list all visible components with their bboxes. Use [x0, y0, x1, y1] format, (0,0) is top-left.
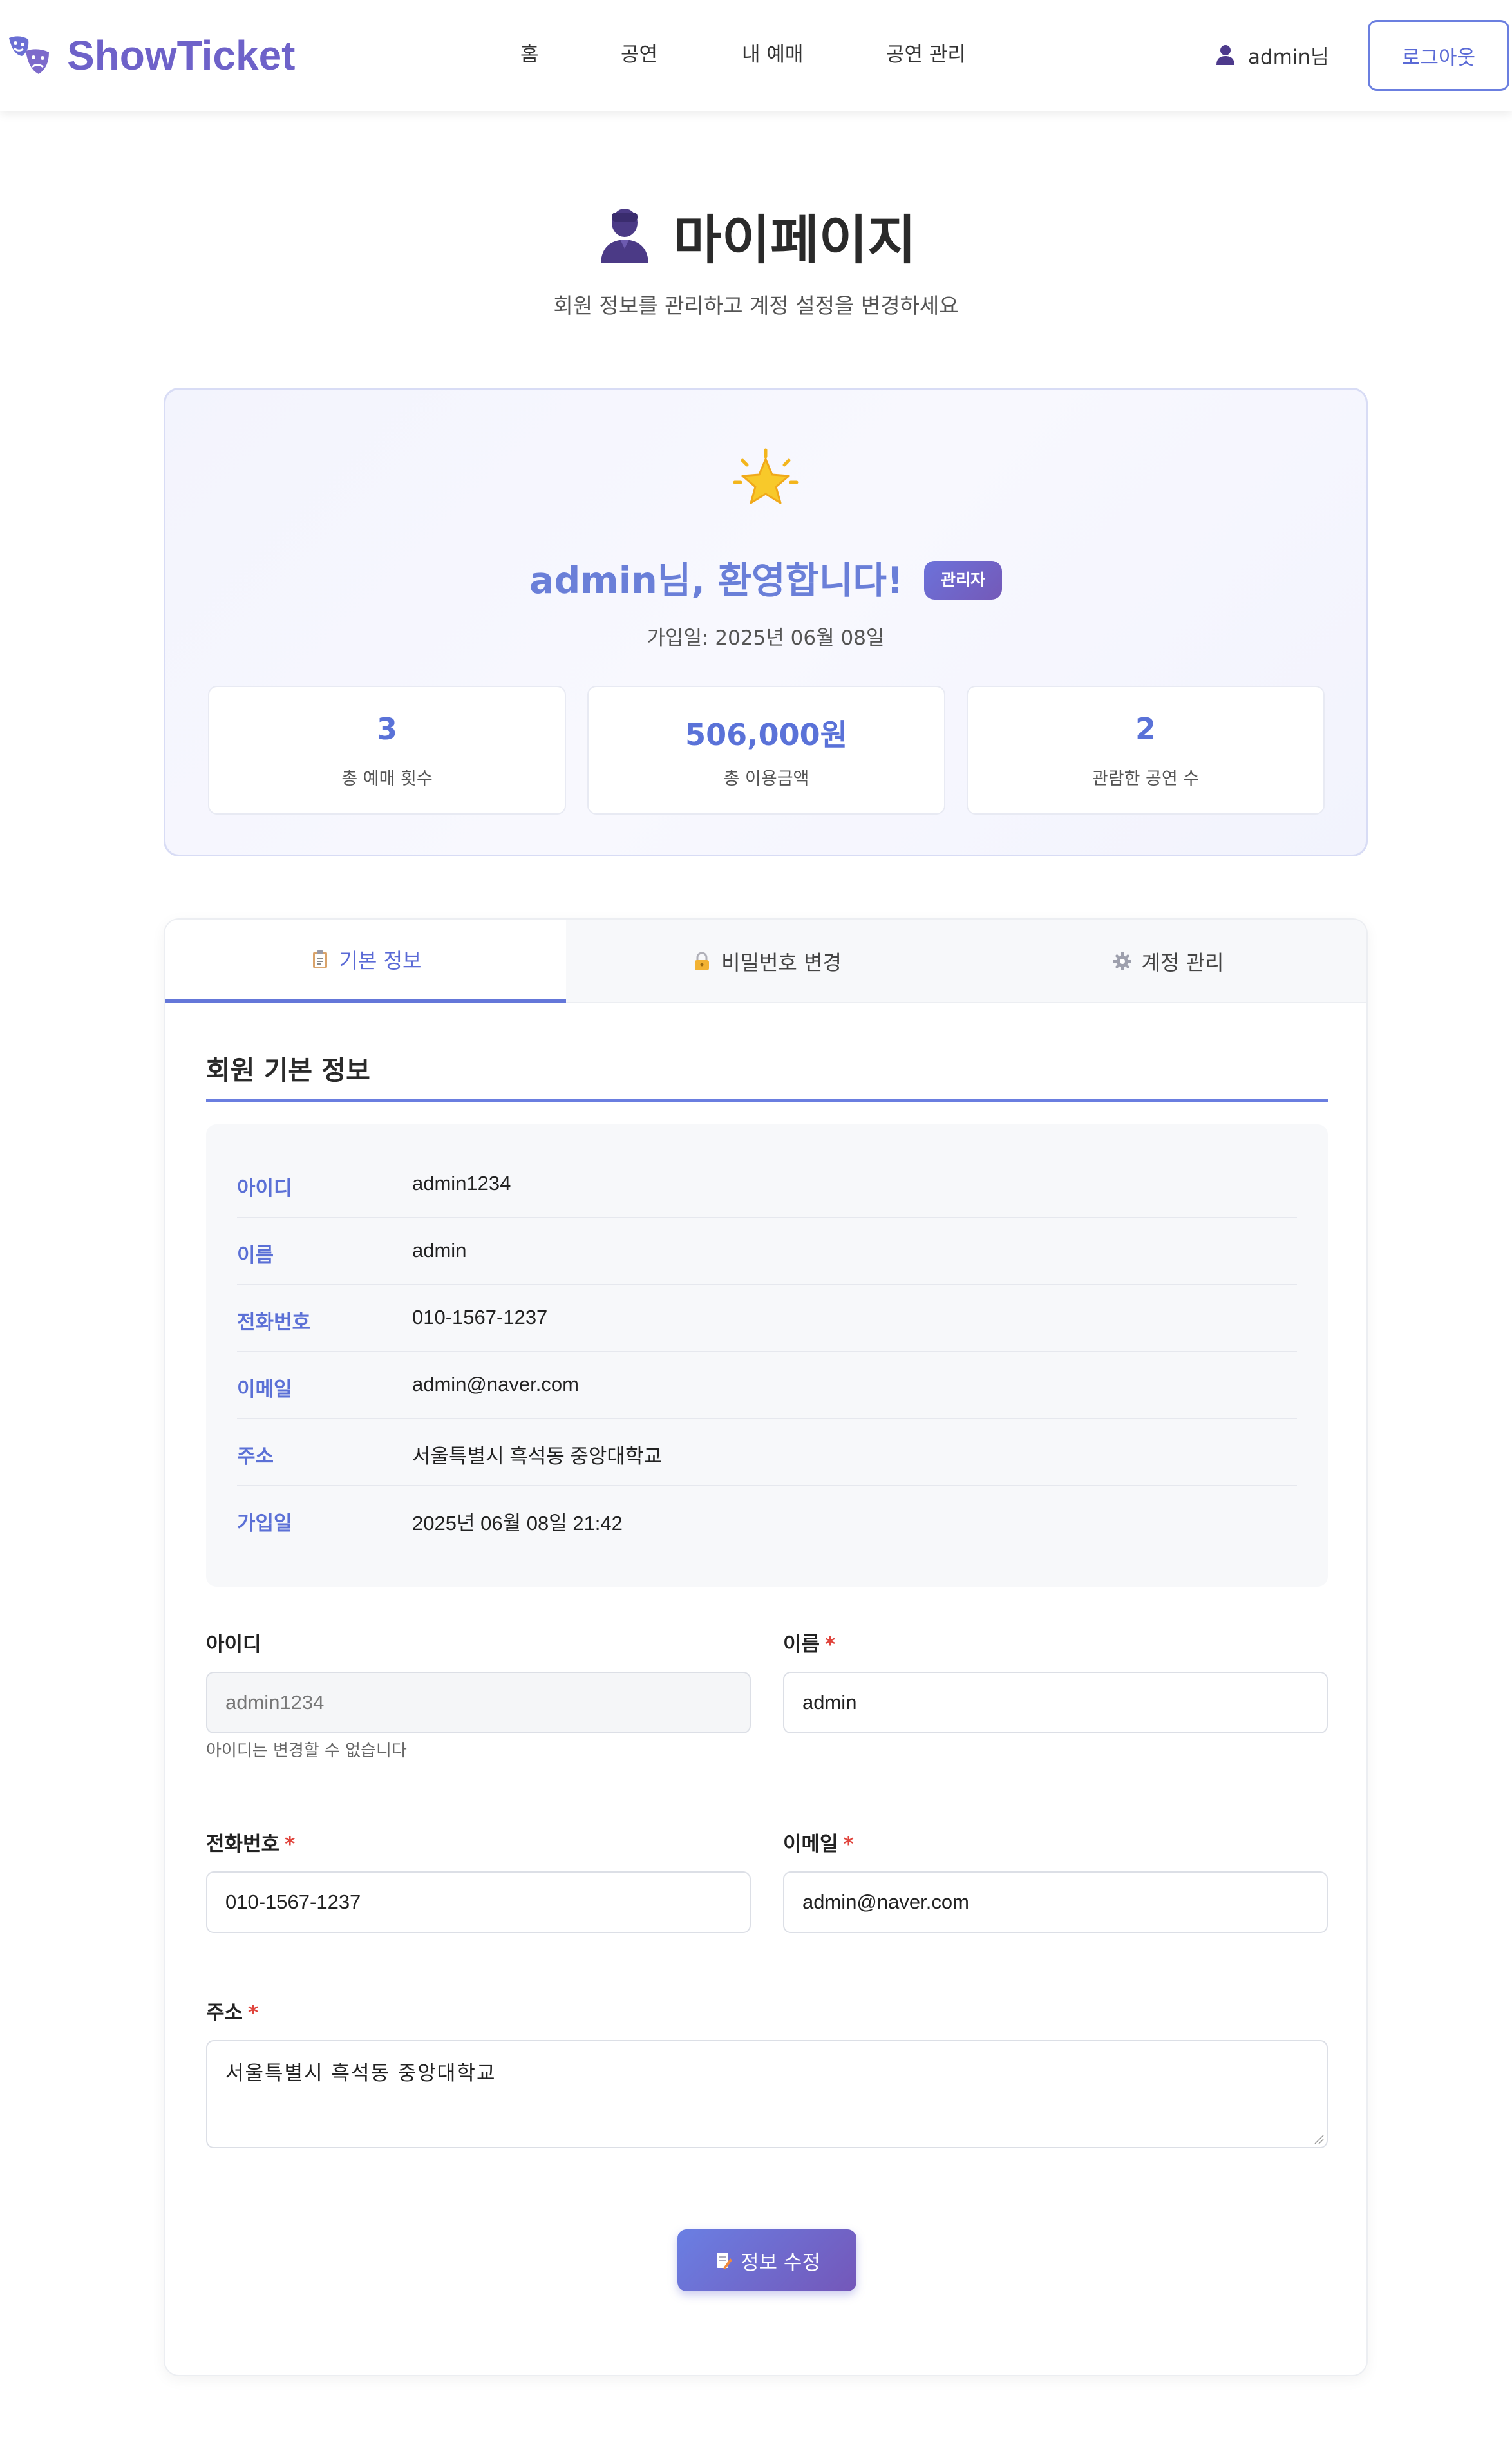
star-icon [733, 448, 799, 504]
stat-total-spent: 506,000원 총 이용금액 [587, 686, 945, 815]
phone-field-label: 전화번호 * [206, 1828, 295, 1856]
user-icon [1216, 45, 1234, 65]
label-text: 아이디 [206, 1633, 261, 1656]
info-row-address: 주소 서울특별시 흑석동 중앙대학교 [237, 1419, 1297, 1486]
stat-label: 관람한 공연 수 [1091, 769, 1200, 789]
page-title-row: 마이페이지 [0, 200, 1512, 271]
user-menu[interactable]: admin님 [1214, 39, 1329, 71]
label-text: 이름 [783, 1633, 820, 1656]
update-info-button[interactable]: 정보 수정 [677, 2229, 856, 2291]
welcome-greeting: admin님, 환영합니다! [529, 560, 903, 602]
stat-value: 506,000원 [685, 717, 847, 752]
top-navbar: ShowTicket 홈 공연 내 예매 공연 관리 admin님 로그아웃 [0, 0, 1512, 111]
gear-icon [1113, 952, 1131, 970]
tab-label: 비밀번호 변경 [721, 950, 842, 975]
label-text: 전화번호 [206, 1833, 280, 1856]
info-row-join-date: 가입일 2025년 06월 08일 21:42 [237, 1486, 1297, 1553]
address-field-label: 주소 * [206, 1996, 258, 2025]
label-text: 주소 [206, 2001, 243, 2025]
required-mark: * [825, 1633, 836, 1656]
stat-label: 총 이용금액 [723, 769, 809, 789]
member-info-table: 아이디 admin1234 이름 admin 전화번호 010-1567-123… [206, 1124, 1328, 1587]
info-label: 아이디 [237, 1177, 292, 1200]
tab-account-management[interactable]: 계정 관리 [967, 920, 1366, 1003]
info-label: 이메일 [237, 1378, 292, 1401]
tab-label: 계정 관리 [1141, 950, 1224, 975]
info-value: admin1234 [412, 1172, 511, 1195]
name-field-label: 이름 * [783, 1628, 835, 1657]
info-label: 가입일 [237, 1512, 292, 1535]
info-label: 이름 [237, 1244, 274, 1267]
id-field-label: 아이디 [206, 1628, 261, 1657]
stat-shows-watched: 2 관람한 공연 수 [967, 686, 1325, 815]
email-field[interactable] [783, 1871, 1328, 1933]
stat-value: 2 [1135, 712, 1156, 746]
page-subtitle: 회원 정보를 관리하고 계정 설정을 변경하세요 [553, 293, 959, 318]
label-text: 이메일 [783, 1833, 838, 1856]
info-value: 서울특별시 흑석동 중앙대학교 [412, 1445, 662, 1468]
info-value: 2025년 06월 08일 21:42 [412, 1512, 623, 1535]
required-mark: * [285, 1833, 296, 1856]
user-icon [601, 209, 649, 263]
phone-field[interactable] [206, 1871, 751, 1933]
nav-show-management[interactable]: 공연 관리 [886, 39, 966, 71]
info-value: 010-1567-1237 [412, 1306, 548, 1328]
nav-my-reservations[interactable]: 내 예매 [742, 39, 803, 71]
tab-change-password[interactable]: 비밀번호 변경 [566, 920, 967, 1003]
theater-masks-icon [9, 36, 49, 74]
address-field[interactable]: 서울특별시 흑석동 중앙대학교 [206, 2040, 1328, 2148]
required-mark: * [248, 2001, 259, 2025]
info-row-name: 이름 admin [237, 1218, 1297, 1285]
logout-button[interactable]: 로그아웃 [1368, 20, 1509, 91]
nav-shows[interactable]: 공연 [621, 39, 657, 71]
user-name: admin님 [1248, 45, 1329, 69]
tab-bar: 기본 정보 비밀번호 변경 계정 관리 [165, 920, 1366, 1003]
logo-text: ShowTicket [67, 32, 296, 79]
lock-icon [695, 952, 710, 970]
info-row-email: 이메일 admin@naver.com [237, 1352, 1297, 1419]
info-value: admin@naver.com [412, 1373, 579, 1395]
id-field [206, 1672, 751, 1733]
page-title: 마이페이지 [673, 209, 916, 271]
info-label: 전화번호 [237, 1311, 311, 1334]
logo[interactable]: ShowTicket [6, 30, 295, 81]
stat-value: 3 [376, 712, 397, 746]
name-field[interactable] [783, 1672, 1328, 1733]
welcome-line: admin님, 환영합니다! 관리자 [165, 552, 1366, 603]
info-row-id: 아이디 admin1234 [237, 1151, 1297, 1218]
welcome-card: admin님, 환영합니다! 관리자 가입일: 2025년 06월 08일 3 … [164, 388, 1368, 856]
email-field-label: 이메일 * [783, 1828, 854, 1856]
member-info-card: 기본 정보 비밀번호 변경 계정 관리 회원 기본 정보 아이디 admin12… [164, 918, 1368, 2376]
required-mark: * [843, 1833, 854, 1856]
clipboard-icon [312, 950, 327, 968]
stat-total-reservations: 3 총 예매 횟수 [208, 686, 566, 815]
id-help-text: 아이디는 변경할 수 없습니다 [206, 1741, 407, 1761]
section-title: 회원 기본 정보 [206, 1055, 370, 1086]
resize-handle-icon[interactable] [1314, 2134, 1324, 2144]
button-label: 정보 수정 [741, 2251, 820, 2274]
info-value: admin [412, 1239, 467, 1261]
tab-label: 기본 정보 [339, 949, 422, 973]
join-date: 가입일: 2025년 06월 08일 [647, 627, 885, 650]
nav-home[interactable]: 홈 [520, 39, 539, 71]
info-label: 주소 [237, 1445, 274, 1468]
memo-icon [717, 2253, 733, 2269]
stat-label: 총 예매 횟수 [341, 769, 433, 789]
info-row-phone: 전화번호 010-1567-1237 [237, 1285, 1297, 1352]
section-divider [206, 1099, 1328, 1102]
admin-badge: 관리자 [923, 561, 1002, 600]
tab-basic-info[interactable]: 기본 정보 [165, 920, 566, 1003]
